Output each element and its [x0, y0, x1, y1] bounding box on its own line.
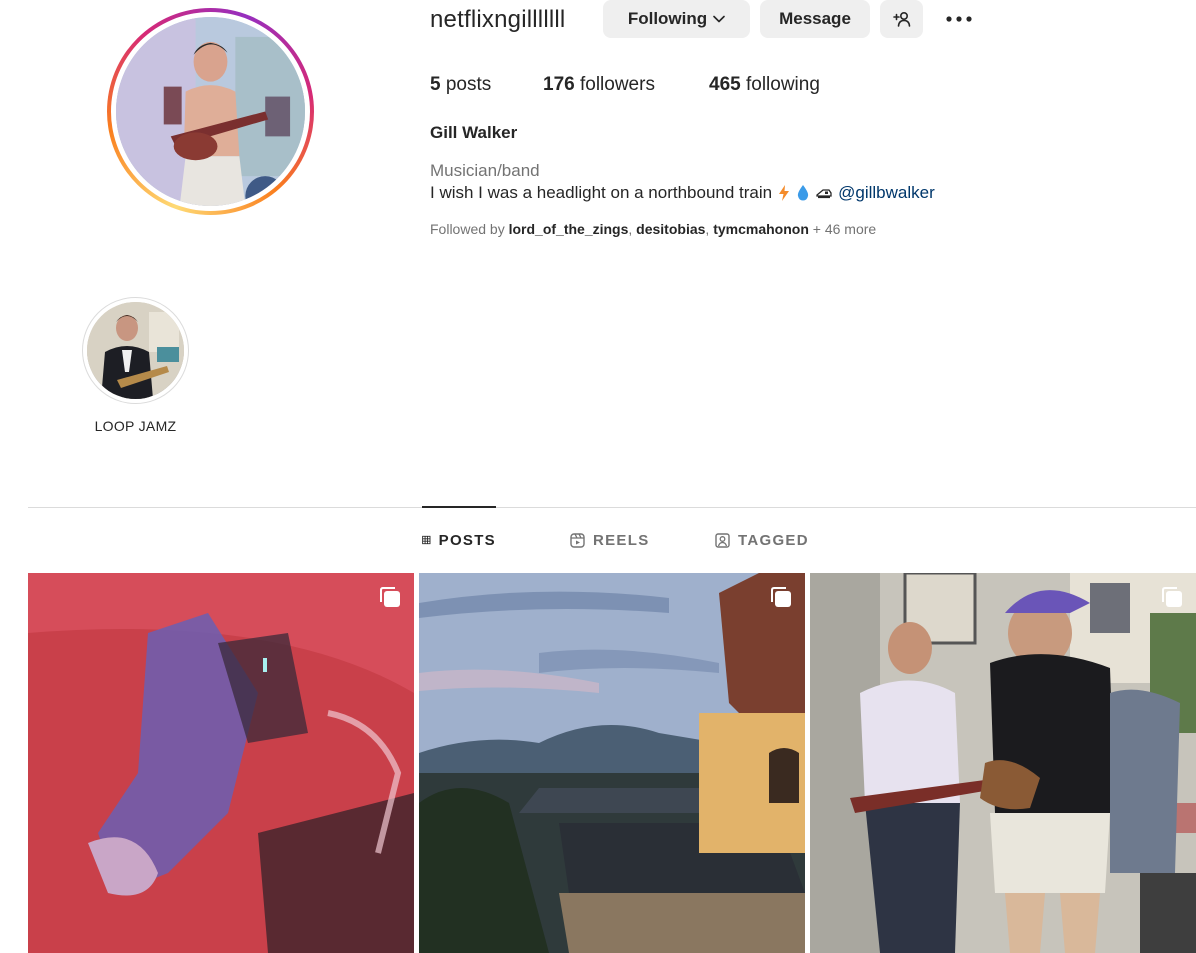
profile-full-name: Gill Walker [430, 123, 518, 142]
lightning-emoji-icon [779, 185, 790, 201]
followers-count[interactable]: 176 followers [543, 74, 709, 96]
followed-by-account[interactable]: lord_of_the_zings [509, 221, 629, 237]
profile-bio: I wish I was a headlight on a northbound… [430, 183, 935, 203]
posts-count-value: 5 [430, 74, 441, 95]
post-image-art [810, 573, 1196, 953]
suggested-users-button[interactable] [880, 0, 923, 38]
post-thumbnail[interactable] [419, 573, 805, 953]
more-options-icon[interactable] [944, 6, 974, 32]
followed-by-separator: , [628, 221, 637, 237]
highlight-cover [87, 302, 184, 399]
followed-by-more[interactable]: + 46 more [809, 221, 876, 237]
tab-reels-label: REELS [593, 531, 650, 549]
profile-username: netflixngilllllll [430, 6, 566, 33]
followed-by[interactable]: Followed by lord_of_the_zings, desitobia… [430, 221, 876, 237]
following-count-value: 465 [709, 74, 741, 95]
highlight-cover-art [87, 302, 184, 399]
train-emoji-icon [816, 189, 832, 199]
profile-avatar-ring[interactable] [107, 8, 314, 215]
profile-avatar-frame [111, 12, 310, 211]
tagged-icon [715, 532, 730, 548]
profile-stats: 5 posts 176 followers 465 following [430, 74, 820, 96]
message-button-label: Message [779, 9, 851, 28]
followers-count-label: followers [574, 74, 655, 95]
post-thumbnail[interactable] [810, 573, 1196, 953]
reels-icon [570, 532, 585, 548]
highlight-label: LOOP JAMZ [94, 418, 177, 434]
bio-text: I wish I was a headlight on a northbound… [430, 183, 773, 202]
followed-by-account[interactable]: tymcmahonon [713, 221, 809, 237]
following-button-label: Following [627, 9, 708, 28]
tab-reels[interactable]: REELS [570, 507, 650, 573]
chevron-down-icon [713, 15, 725, 23]
tab-tagged[interactable]: TAGGED [715, 507, 809, 573]
story-highlight[interactable]: LOOP JAMZ [82, 297, 189, 434]
droplet-emoji-icon [797, 185, 809, 201]
message-button[interactable]: Message [760, 0, 870, 38]
avatar-photo-art [116, 17, 305, 206]
followed-by-account[interactable]: desitobias [636, 221, 705, 237]
followers-count-value: 176 [543, 74, 575, 95]
post-image-art [28, 573, 414, 953]
followed-by-prefix: Followed by [430, 221, 509, 237]
carousel-icon [1162, 587, 1182, 607]
profile-avatar[interactable] [116, 17, 305, 206]
tab-posts-label: POSTS [438, 531, 496, 549]
add-person-icon [892, 11, 910, 27]
carousel-icon [380, 587, 400, 607]
tab-tagged-label: TAGGED [738, 531, 809, 549]
profile-category: Musician/band [430, 161, 540, 180]
post-image-art [419, 573, 805, 953]
posts-count: 5 posts [430, 74, 543, 96]
following-count[interactable]: 465 following [709, 74, 820, 96]
carousel-icon [771, 587, 791, 607]
tab-posts[interactable]: POSTS [422, 506, 496, 572]
highlight-cover-ring [82, 297, 189, 404]
grid-icon [422, 535, 431, 545]
posts-count-label: posts [440, 74, 492, 95]
following-count-label: following [740, 74, 820, 95]
post-thumbnail[interactable] [28, 573, 414, 953]
following-button[interactable]: Following [603, 0, 750, 38]
bio-link[interactable]: @gillbwalker [838, 183, 935, 203]
